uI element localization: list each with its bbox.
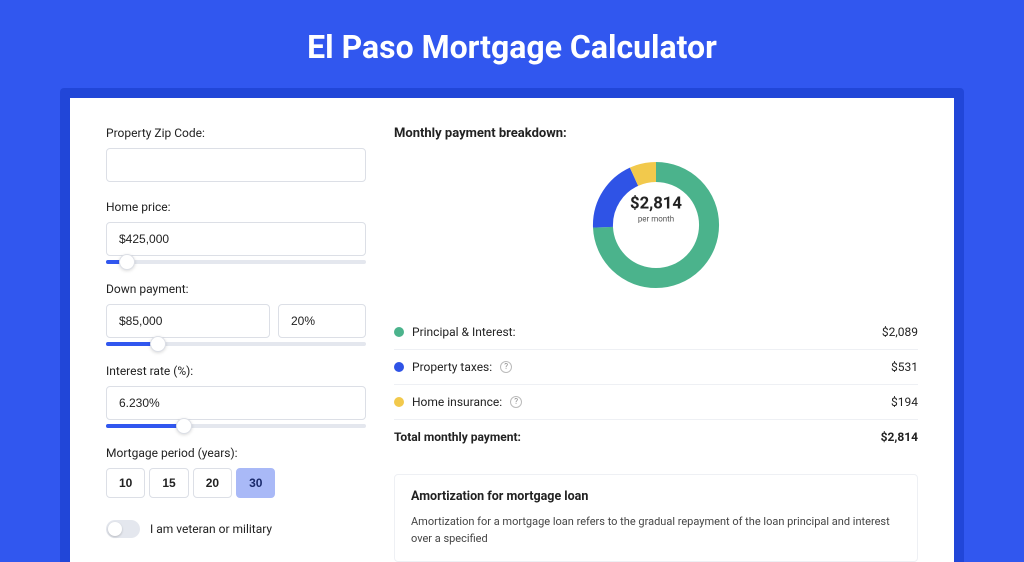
rate-slider[interactable]: [106, 424, 366, 428]
down-slider[interactable]: [106, 342, 366, 346]
calculator-card: Property Zip Code: Home price: Down paym…: [70, 98, 954, 562]
breakdown-label: Principal & Interest:: [412, 325, 516, 339]
legend-dot-icon: [394, 397, 404, 407]
zip-label: Property Zip Code:: [106, 126, 366, 140]
down-label: Down payment:: [106, 282, 366, 296]
rate-label: Interest rate (%):: [106, 364, 366, 378]
toggle-knob: [108, 522, 122, 536]
breakdown-label: Property taxes:: [412, 360, 492, 374]
breakdown-value: $194: [891, 395, 918, 409]
period-option-20[interactable]: 20: [193, 468, 232, 498]
breakdown-title: Monthly payment breakdown:: [394, 126, 918, 141]
amort-text: Amortization for a mortgage loan refers …: [411, 514, 901, 547]
home-price-slider[interactable]: [106, 260, 366, 264]
donut-svg: $2,814 per month: [586, 155, 726, 295]
info-icon[interactable]: ?: [500, 361, 512, 373]
donut-chart: $2,814 per month: [394, 155, 918, 295]
breakdown-row: Principal & Interest: $2,089: [394, 315, 918, 350]
rate-input[interactable]: [106, 386, 366, 420]
slider-knob[interactable]: [176, 418, 192, 434]
zip-input[interactable]: [106, 148, 366, 182]
breakdown-panel: Monthly payment breakdown: $2,814 per mo…: [394, 126, 918, 562]
info-icon[interactable]: ?: [510, 396, 522, 408]
breakdown-label: Home insurance:: [412, 395, 502, 409]
home-price-input[interactable]: [106, 222, 366, 256]
legend-dot-icon: [394, 362, 404, 372]
veteran-toggle[interactable]: [106, 520, 140, 538]
card-shadow: Property Zip Code: Home price: Down paym…: [60, 88, 964, 562]
amortization-box: Amortization for mortgage loan Amortizat…: [394, 474, 918, 562]
veteran-label: I am veteran or military: [150, 522, 272, 536]
slider-knob[interactable]: [119, 254, 135, 270]
period-option-30[interactable]: 30: [236, 468, 275, 498]
period-option-15[interactable]: 15: [149, 468, 188, 498]
legend-dot-icon: [394, 327, 404, 337]
page-title: El Paso Mortgage Calculator: [0, 0, 1024, 88]
slider-knob[interactable]: [150, 336, 166, 352]
down-amount-input[interactable]: [106, 304, 270, 338]
total-row: Total monthly payment: $2,814: [394, 420, 918, 454]
amort-title: Amortization for mortgage loan: [411, 489, 901, 504]
donut-value: $2,814: [613, 195, 700, 215]
breakdown-row: Home insurance:? $194: [394, 385, 918, 420]
period-label: Mortgage period (years):: [106, 446, 366, 460]
breakdown-row: Property taxes:? $531: [394, 350, 918, 385]
total-label: Total monthly payment:: [394, 430, 521, 444]
down-percent-input[interactable]: [278, 304, 366, 338]
breakdown-value: $2,089: [882, 325, 918, 339]
breakdown-value: $531: [891, 360, 918, 374]
form-panel: Property Zip Code: Home price: Down paym…: [106, 126, 366, 562]
period-options: 10152030: [106, 468, 366, 498]
home-price-label: Home price:: [106, 200, 366, 214]
total-value: $2,814: [881, 430, 918, 444]
donut-sub: per month: [613, 215, 700, 225]
period-option-10[interactable]: 10: [106, 468, 145, 498]
